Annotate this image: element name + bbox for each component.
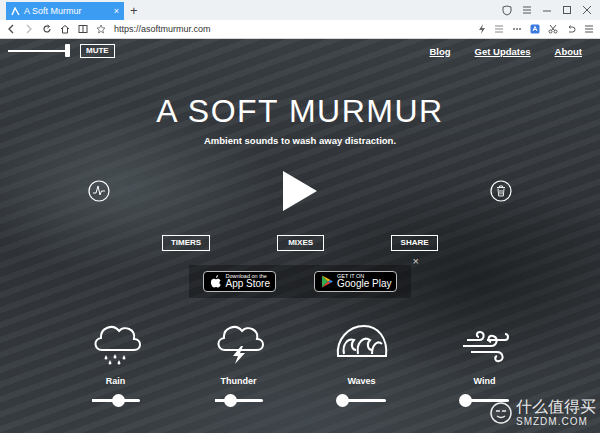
page: MUTE Blog Get Updates About A SOFT MURMUR Amb… — [0, 39, 600, 433]
trash-icon[interactable] — [490, 180, 512, 202]
action-button[interactable]: MIXES — [277, 235, 324, 251]
minimize-icon[interactable] — [542, 5, 552, 15]
store-badge[interactable]: GET IT ONGoogle Play — [314, 271, 397, 292]
more-icon[interactable] — [512, 24, 522, 34]
tab-close[interactable]: × — [114, 6, 119, 16]
close-icon[interactable] — [582, 5, 592, 15]
sound-name: Thunder — [221, 376, 257, 387]
site-subtitle: Ambient sounds to wash away distraction. — [204, 135, 396, 147]
sound-grid: Rain Thunder Waves Wind — [54, 316, 546, 402]
star-icon[interactable] — [96, 24, 106, 34]
sound-volume-thumb[interactable] — [336, 394, 349, 407]
rain-icon[interactable] — [88, 316, 144, 366]
sound-volume-thumb[interactable] — [224, 394, 237, 407]
window-controls — [502, 0, 600, 20]
action-buttons: TIMERS MIXES SHARE — [162, 235, 438, 251]
nav-link[interactable]: Get Updates — [475, 46, 531, 57]
tab-bar: A Soft Murmur × + — [0, 0, 600, 20]
google-play-icon — [320, 274, 334, 289]
smzdm-logo-icon — [490, 402, 512, 424]
menu-icon[interactable] — [584, 24, 594, 34]
volume-slider[interactable] — [8, 50, 70, 52]
watermark-text: 什么值得买 — [516, 398, 596, 416]
url-field[interactable]: https://asoftmurmur.com — [114, 24, 470, 34]
thunder-icon[interactable] — [211, 316, 267, 366]
maximize-icon[interactable] — [562, 5, 572, 15]
sound-volume-slider[interactable] — [338, 399, 386, 402]
watermark-domain: SMZDM.COM — [516, 416, 596, 427]
apple-icon — [209, 274, 223, 289]
site-nav: Blog Get Updates About — [429, 46, 582, 57]
sound-name: Wind — [474, 376, 496, 387]
sound-volume-slider[interactable] — [215, 399, 263, 402]
sound-volume-slider[interactable] — [461, 399, 509, 402]
chart-icon[interactable] — [88, 180, 110, 202]
address-bar: https://asoftmurmur.com — [0, 20, 600, 39]
undo-icon[interactable] — [566, 24, 576, 34]
play-icon[interactable] — [281, 170, 319, 212]
toolbar-icons — [478, 24, 594, 34]
back-icon[interactable] — [6, 24, 16, 34]
banner-close[interactable]: × — [413, 255, 419, 267]
store-badge[interactable]: Download on theApp Store — [203, 271, 276, 292]
sound-volume-fill — [215, 399, 231, 402]
tab-label: A Soft Murmur — [24, 6, 110, 16]
app-banner: Download on theApp Store GET IT ONGoogle … — [189, 265, 411, 298]
grid-icon[interactable] — [494, 24, 504, 34]
favicon-icon — [11, 7, 20, 16]
volume-thumb[interactable] — [65, 44, 70, 57]
store-badge-name: App Store — [226, 279, 270, 289]
watermark: 什么值得买SMZDM.COM — [490, 398, 596, 427]
home-icon[interactable] — [60, 24, 70, 34]
sound-name: Waves — [347, 376, 375, 387]
reader-icon[interactable] — [78, 24, 88, 34]
player-controls — [88, 169, 512, 213]
sound-item: Waves — [300, 316, 423, 402]
sound-item: Wind — [423, 316, 546, 402]
wind-icon[interactable] — [457, 316, 513, 366]
new-tab-button[interactable]: + — [130, 2, 138, 20]
sound-name: Rain — [106, 376, 126, 387]
lightning-icon[interactable] — [478, 24, 486, 34]
scissors-icon[interactable] — [548, 24, 558, 34]
sound-volume-thumb[interactable] — [112, 394, 125, 407]
waves-icon[interactable] — [334, 316, 390, 366]
list-icon[interactable] — [522, 5, 532, 15]
browser-tab[interactable]: A Soft Murmur × — [6, 2, 124, 20]
sound-volume-thumb[interactable] — [459, 394, 472, 407]
action-button[interactable]: TIMERS — [162, 235, 210, 251]
translate-icon[interactable] — [530, 24, 540, 34]
volume-fill — [8, 50, 67, 52]
sound-item: Rain — [54, 316, 177, 402]
action-button[interactable]: SHARE — [391, 235, 438, 251]
mute-button[interactable]: MUTE — [80, 44, 115, 58]
sound-item: Thunder — [177, 316, 300, 402]
store-badge-name: Google Play — [337, 279, 391, 289]
site-title: A SOFT MURMUR — [156, 93, 443, 129]
nav-link[interactable]: About — [555, 46, 582, 57]
reload-icon[interactable] — [42, 24, 52, 34]
nav-link[interactable]: Blog — [429, 46, 450, 57]
sound-volume-fill — [92, 399, 120, 402]
site-header: MUTE Blog Get Updates About — [0, 39, 600, 63]
forward-icon[interactable] — [24, 24, 34, 34]
shield-icon[interactable] — [502, 5, 512, 16]
sound-volume-slider[interactable] — [92, 399, 140, 402]
